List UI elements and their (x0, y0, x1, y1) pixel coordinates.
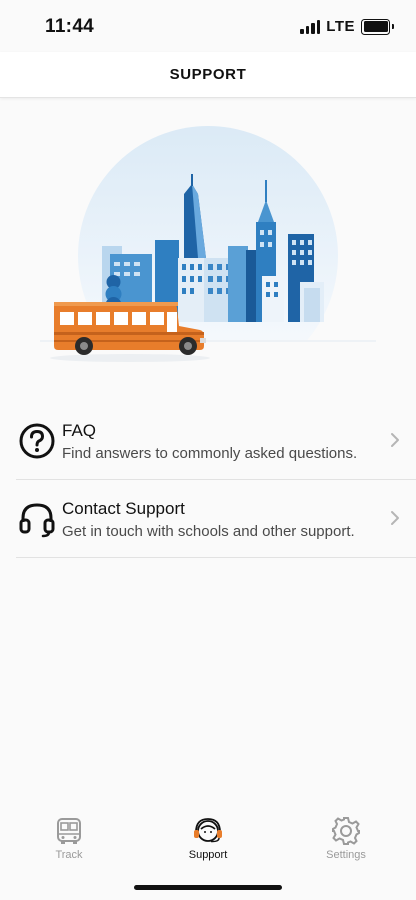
tab-settings-label: Settings (326, 849, 366, 861)
status-time: 11:44 (45, 16, 95, 37)
hero-illustration (40, 118, 376, 386)
faq-item[interactable]: FAQ Find answers to commonly asked quest… (16, 402, 416, 480)
contact-support-subtitle: Get in touch with schools and other supp… (62, 523, 355, 540)
page-title: SUPPORT (169, 66, 247, 83)
network-label: LTE (326, 18, 355, 35)
battery-icon (361, 18, 394, 35)
status-indicators: LTE (300, 18, 394, 35)
tab-support-label: Support (188, 849, 228, 861)
support-agent-icon (194, 818, 222, 843)
status-bar: 11:44 LTE (0, 0, 416, 52)
cellular-signal-icon (300, 19, 321, 34)
support-menu-list: FAQ Find answers to commonly asked quest… (16, 402, 416, 558)
contact-support-title: Contact Support (62, 499, 185, 518)
tab-support[interactable]: Support (163, 815, 253, 867)
nav-header: SUPPORT (0, 52, 416, 98)
headset-icon (19, 503, 55, 538)
contact-support-item[interactable]: Contact Support Get in touch with school… (16, 480, 416, 558)
faq-subtitle: Find answers to commonly asked questions… (62, 445, 358, 462)
chevron-right-icon (391, 433, 399, 447)
gear-icon (332, 817, 360, 845)
tab-track[interactable]: Track (24, 815, 114, 867)
faq-title: FAQ (62, 421, 97, 440)
tab-settings[interactable]: Settings (301, 815, 391, 867)
question-circle-icon (19, 423, 55, 459)
city-skyline-illustration (40, 126, 376, 386)
home-indicator (134, 885, 282, 890)
bus-icon (57, 818, 81, 844)
chevron-right-icon (391, 511, 399, 525)
tab-track-label: Track (55, 849, 83, 861)
